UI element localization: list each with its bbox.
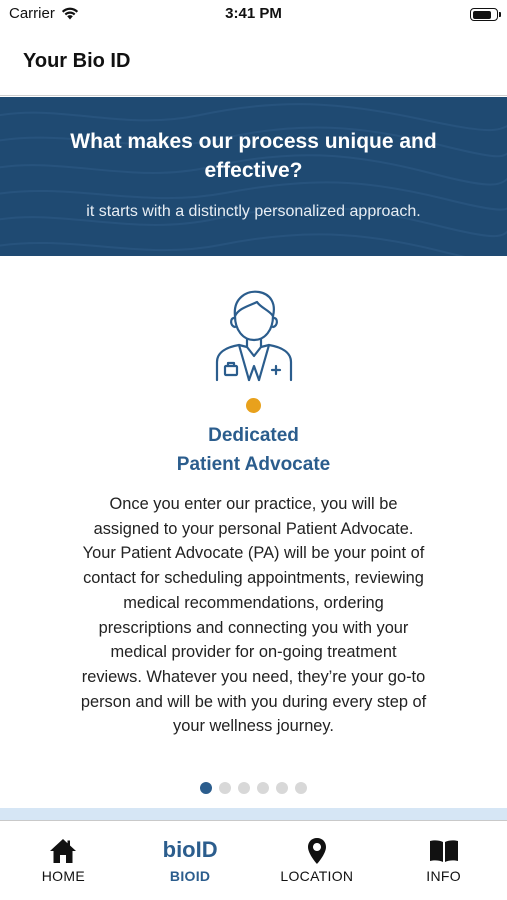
page-dot-2[interactable] <box>219 782 231 794</box>
location-pin-icon <box>302 837 332 865</box>
card-body-line: Your Patient Advocate (PA) will be your … <box>82 544 425 563</box>
tab-info[interactable]: INFO <box>380 821 507 900</box>
doctor-icon <box>215 290 293 382</box>
book-icon <box>429 837 459 865</box>
bioid-logo: bioID <box>162 837 218 862</box>
tab-home[interactable]: HOME <box>0 821 127 900</box>
card-body-line: prescriptions and connecting you with yo… <box>98 618 409 637</box>
card-body-line: medical provider for on-going treatment <box>110 643 397 662</box>
card-body-line: reviews. Whatever you need, they’re your… <box>81 667 426 686</box>
banner-title-line-2: effective? <box>204 159 303 182</box>
card-body-line: contact for scheduling appointments, rev… <box>83 569 424 588</box>
banner: What makes our process unique and effect… <box>0 97 507 256</box>
page-dot-1[interactable] <box>200 782 212 794</box>
next-section-edge <box>0 808 507 820</box>
banner-title: What makes our process unique and effect… <box>20 127 487 185</box>
tab-info-label: INFO <box>426 868 461 884</box>
home-icon <box>48 837 78 865</box>
page-dot-4[interactable] <box>257 782 269 794</box>
card-title-line-1: Dedicated <box>208 425 299 446</box>
navigation-bar: Your Bio ID <box>0 30 507 96</box>
battery-icon <box>470 8 501 21</box>
card-body-line: medical recommendations, ordering <box>123 593 384 612</box>
banner-title-line-1: What makes our process unique and <box>70 130 437 153</box>
page-title: Your Bio ID <box>23 50 131 72</box>
tab-bar: HOME bioID BIOID LOCATION INFO <box>0 820 507 900</box>
card-body-line: assigned to your personal Patient Advoca… <box>93 519 414 538</box>
tab-bioid-label: BIOID <box>169 868 211 884</box>
status-time: 3:41 PM <box>225 5 282 22</box>
page-indicator[interactable] <box>0 782 507 794</box>
tab-location[interactable]: LOCATION <box>254 821 381 900</box>
page-dot-3[interactable] <box>238 782 250 794</box>
card-body: Once you enter our practice, you will be… <box>24 492 483 739</box>
card-body-line: your wellness journey. <box>173 717 334 736</box>
card-title: Dedicated Patient Advocate <box>0 421 507 479</box>
page-dot-5[interactable] <box>276 782 288 794</box>
status-bar: Carrier 3:41 PM <box>0 0 507 30</box>
page-dot-6[interactable] <box>295 782 307 794</box>
card-title-line-2: Patient Advocate <box>176 454 331 475</box>
tab-bioid[interactable]: bioID BIOID <box>127 821 254 900</box>
tab-location-label: LOCATION <box>280 868 354 884</box>
battery-level <box>472 10 492 19</box>
tab-home-label: HOME <box>41 868 85 884</box>
accent-dot <box>246 398 261 413</box>
banner-subtitle: it starts with a distinctly personalized… <box>86 203 421 220</box>
card-body-line: person and will be with you during every… <box>80 692 427 711</box>
card-body-line: Once you enter our practice, you will be <box>109 495 398 513</box>
